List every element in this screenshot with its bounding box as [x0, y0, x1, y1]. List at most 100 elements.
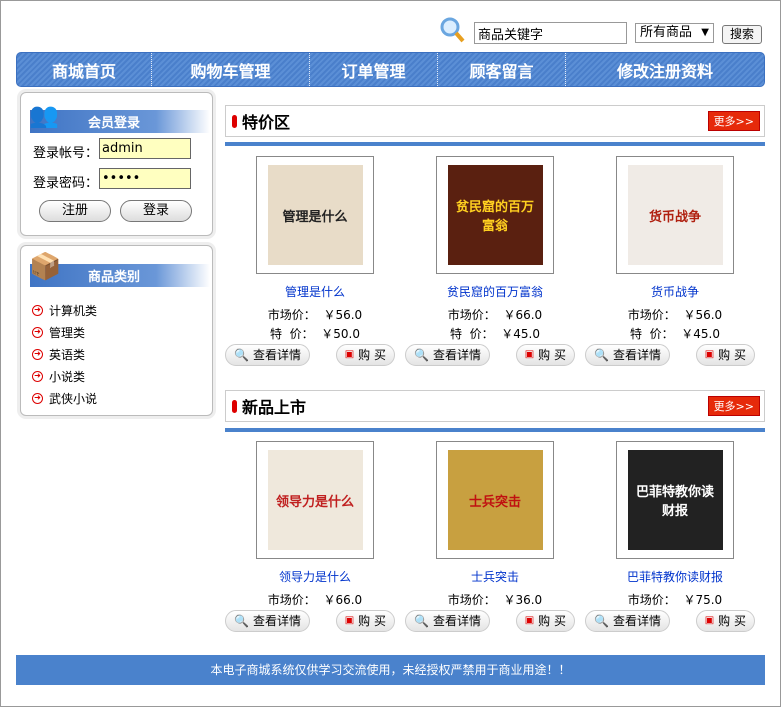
box-icon: 📦	[29, 252, 62, 282]
view-details-label: 查看详情	[612, 348, 661, 362]
view-details-label: 查看详情	[432, 614, 481, 628]
nav-cart[interactable]: 购物车管理	[152, 53, 310, 86]
category-item[interactable]: ➜ 小说类	[32, 365, 97, 387]
category-item[interactable]: ➜ 计算机类	[32, 299, 97, 321]
new-more-button[interactable]: 更多>>	[707, 396, 760, 416]
buy-button[interactable]: ▣ 购 买	[515, 610, 575, 632]
buy-button[interactable]: ▣ 购 买	[695, 610, 755, 632]
main-nav: 商城首页 购物车管理 订单管理 顾客留言 修改注册资料	[16, 52, 765, 87]
product-card: 巴菲特教你读财报 巴菲特教你读财报 市场价： ￥75.0 🔍 查看详情 ▣ 购 买	[585, 441, 765, 632]
buy-button[interactable]: ▣ 购 买	[515, 344, 575, 366]
search-icon	[438, 16, 466, 44]
view-details-button[interactable]: 🔍 查看详情	[585, 344, 670, 366]
magnifier-icon: 🔍	[414, 348, 429, 362]
nav-profile[interactable]: 修改注册资料	[566, 53, 764, 86]
buy-label: 购 买	[358, 614, 386, 628]
category-list: ➜ 计算机类 ➜ 管理类 ➜ 英语类 ➜ 小说类 ➜ 武侠小说	[32, 299, 97, 409]
product-card: 士兵突击 士兵突击 市场价： ￥36.0 🔍 查看详情 ▣ 购 买	[405, 441, 585, 632]
product-title-link[interactable]: 贫民窟的百万富翁	[405, 283, 585, 300]
register-button[interactable]: 注册	[39, 200, 111, 222]
arrow-right-icon: ➜	[32, 326, 43, 338]
book-cover: 巴菲特教你读财报	[627, 450, 723, 550]
market-price: 市场价： ￥75.0	[585, 591, 765, 607]
market-label: 市场价：	[627, 308, 676, 322]
search-input[interactable]	[474, 22, 627, 44]
magnifier-icon: 🔍	[234, 348, 249, 362]
arrow-right-icon: ➜	[32, 392, 43, 404]
special-label: 特 价：	[449, 327, 494, 341]
cart-icon: ▣	[704, 349, 715, 360]
buy-button[interactable]: ▣ 购 买	[335, 610, 395, 632]
arrow-right-icon: ➜	[32, 370, 43, 382]
market-label: 市场价：	[627, 593, 676, 607]
view-details-label: 查看详情	[252, 348, 301, 362]
nav-messages[interactable]: 顾客留言	[438, 53, 566, 86]
nav-home[interactable]: 商城首页	[17, 53, 152, 86]
book-cover: 贫民窟的百万富翁	[447, 165, 543, 265]
product-image[interactable]: 士兵突击	[436, 441, 554, 559]
product-image[interactable]: 管理是什么	[256, 156, 374, 274]
product-title-link[interactable]: 货币战争	[585, 283, 765, 300]
view-details-button[interactable]: 🔍 查看详情	[405, 610, 490, 632]
category-select-value: 所有商品	[640, 25, 693, 40]
login-button[interactable]: 登录	[120, 200, 192, 222]
view-details-label: 查看详情	[612, 614, 661, 628]
buy-label: 购 买	[718, 348, 746, 362]
cart-icon: ▣	[344, 615, 355, 626]
category-item[interactable]: ➜ 管理类	[32, 321, 97, 343]
specials-header: 特价区 更多>>	[225, 105, 765, 137]
product-card: 贫民窟的百万富翁 贫民窟的百万富翁 市场价： ￥66.0 特 价： ￥45.0 …	[405, 156, 585, 366]
magnifier-icon: 🔍	[594, 614, 609, 628]
market-price: 市场价： ￥66.0	[405, 306, 585, 322]
market-value: ￥36.0	[503, 593, 543, 607]
buy-label: 购 买	[538, 348, 566, 362]
view-details-button[interactable]: 🔍 查看详情	[405, 344, 490, 366]
magnifier-icon: 🔍	[414, 614, 429, 628]
product-title-link[interactable]: 管理是什么	[225, 283, 405, 300]
cart-icon: ▣	[344, 349, 355, 360]
view-details-button[interactable]: 🔍 查看详情	[225, 344, 310, 366]
special-value: ￥45.0	[681, 327, 720, 341]
arrow-right-icon: ➜	[32, 348, 43, 360]
nav-orders[interactable]: 订单管理	[310, 53, 438, 86]
search-button[interactable]: 搜索	[722, 25, 762, 44]
view-details-button[interactable]: 🔍 查看详情	[225, 610, 310, 632]
category-item[interactable]: ➜ 武侠小说	[32, 387, 97, 409]
password-label: 登录密码：	[33, 176, 99, 191]
username-input[interactable]: admin	[99, 138, 191, 159]
category-select[interactable]: 所有商品 ▼	[635, 23, 714, 43]
specials-more-button[interactable]: 更多>>	[707, 111, 760, 131]
book-cover: 货币战争	[627, 165, 723, 265]
buy-button[interactable]: ▣ 购 买	[695, 344, 755, 366]
product-title-link[interactable]: 领导力是什么	[225, 568, 405, 585]
market-price: 市场价： ￥36.0	[405, 591, 585, 607]
market-price: 市场价： ￥66.0	[225, 591, 405, 607]
product-image[interactable]: 领导力是什么	[256, 441, 374, 559]
buy-button[interactable]: ▣ 购 买	[335, 344, 395, 366]
view-details-button[interactable]: 🔍 查看详情	[585, 610, 670, 632]
category-label: 管理类	[49, 325, 86, 340]
market-price: 市场价： ￥56.0	[225, 306, 405, 322]
product-title-link[interactable]: 士兵突击	[405, 568, 585, 585]
users-icon: 👥	[29, 101, 59, 129]
specials-grid: 管理是什么 管理是什么 市场价： ￥56.0 特 价： ￥50.0 🔍 查看详情 ▣…	[225, 156, 765, 366]
product-title-link[interactable]: 巴菲特教你读财报	[585, 568, 765, 585]
password-input[interactable]: •••••	[99, 168, 191, 189]
category-label: 计算机类	[49, 303, 98, 318]
divider	[225, 428, 765, 432]
category-item[interactable]: ➜ 英语类	[32, 343, 97, 365]
buy-label: 购 买	[358, 348, 386, 362]
product-image[interactable]: 贫民窟的百万富翁	[436, 156, 554, 274]
view-details-label: 查看详情	[432, 348, 481, 362]
product-image[interactable]: 巴菲特教你读财报	[616, 441, 734, 559]
magnifier-icon: 🔍	[594, 348, 609, 362]
special-price: 特 价： ￥45.0	[405, 325, 585, 341]
new-grid: 领导力是什么 领导力是什么 市场价： ￥66.0 🔍 查看详情 ▣ 购 买 士兵突击 …	[225, 441, 765, 632]
chevron-down-icon: ▼	[701, 27, 709, 38]
special-value: ￥45.0	[501, 327, 540, 341]
special-price: 特 价： ￥45.0	[585, 325, 765, 341]
product-image[interactable]: 货币战争	[616, 156, 734, 274]
book-cover: 士兵突击	[447, 450, 543, 550]
marker-icon	[232, 114, 237, 128]
category-label: 小说类	[49, 369, 86, 384]
